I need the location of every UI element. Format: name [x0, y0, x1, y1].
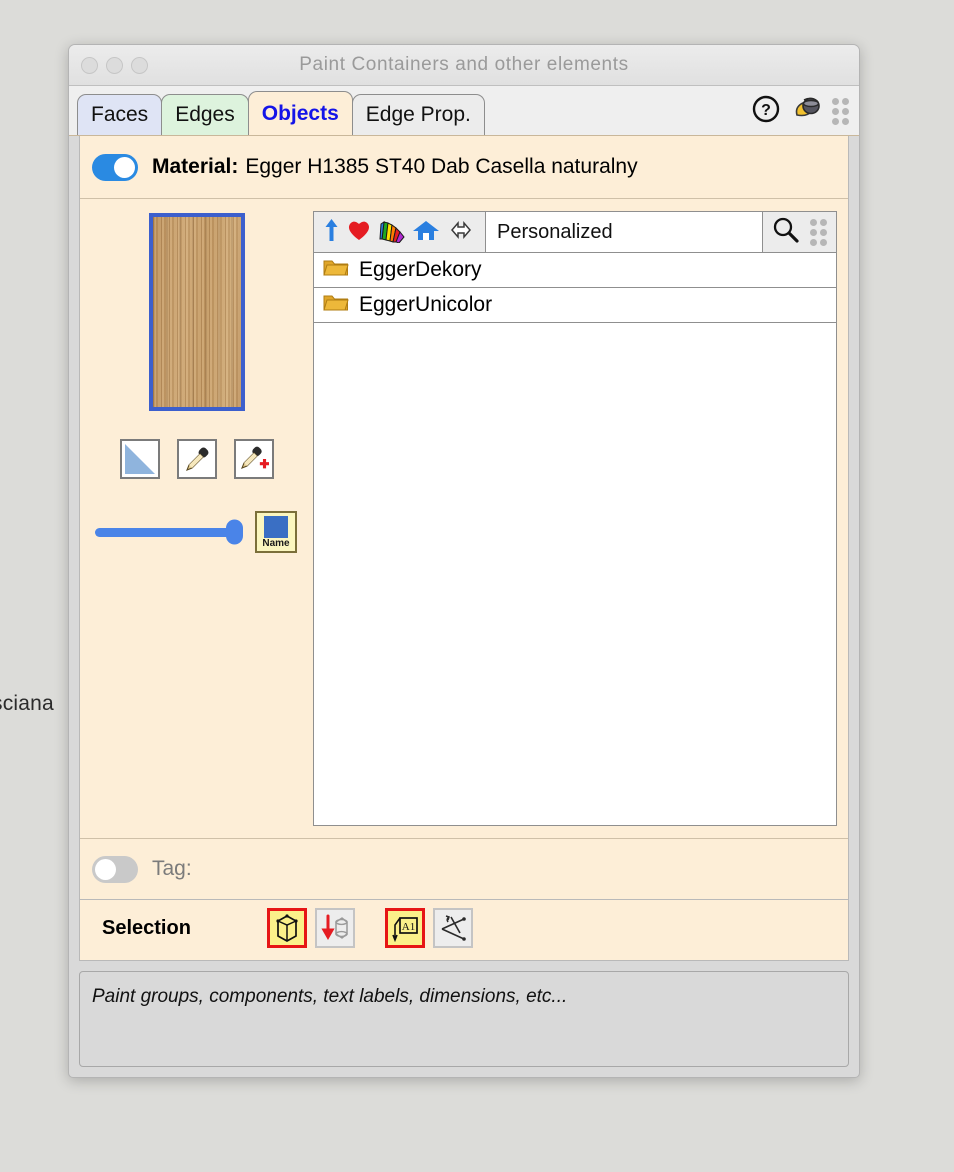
- grip-dots-icon[interactable]: [810, 218, 827, 246]
- objects-panel: Material: Egger H1385 ST40 Dab Casella n…: [79, 136, 849, 961]
- tag-label: Tag:: [152, 857, 192, 880]
- material-label: Material:: [152, 155, 239, 178]
- selection-row: Selection A1: [80, 899, 848, 956]
- folder-list[interactable]: EggerDekory EggerUnicolor: [313, 253, 837, 826]
- tab-edges[interactable]: Edges: [161, 94, 249, 135]
- folder-icon: [323, 257, 349, 283]
- folder-name: EggerUnicolor: [359, 293, 493, 316]
- tab-strip-actions: ?: [752, 95, 849, 135]
- paint-bucket-icon[interactable]: [791, 95, 821, 128]
- selection-label: Selection: [102, 916, 191, 939]
- help-icon[interactable]: ?: [752, 95, 780, 128]
- tag-toggle[interactable]: [92, 855, 138, 883]
- minimize-dot-icon[interactable]: [106, 56, 123, 74]
- search-input[interactable]: Personalized: [485, 212, 763, 252]
- status-text: Paint groups, components, text labels, d…: [92, 986, 568, 1007]
- tab-objects[interactable]: Objects: [247, 91, 353, 135]
- window-title-bar: Paint Containers and other elements: [69, 45, 859, 86]
- select-text-labels-button[interactable]: A1: [384, 908, 425, 948]
- paint-dialog-window: Paint Containers and other elements Face…: [68, 44, 860, 1078]
- name-button-label: Name: [262, 537, 290, 549]
- grip-dots-icon[interactable]: [832, 98, 849, 125]
- home-icon[interactable]: [412, 218, 440, 247]
- material-row: Material: Egger H1385 ST40 Dab Casella n…: [80, 136, 848, 199]
- browser-nav-icons: [314, 212, 485, 252]
- zoom-dot-icon[interactable]: [131, 56, 148, 74]
- close-dot-icon[interactable]: [81, 56, 98, 74]
- tab-edge-prop[interactable]: Edge Prop.: [351, 94, 485, 135]
- tab-faces[interactable]: Faces: [77, 94, 163, 135]
- magnifier-icon[interactable]: [772, 216, 799, 248]
- tab-strip: Faces Edges Objects Edge Prop. ?: [69, 86, 859, 136]
- material-tool-row: [120, 439, 274, 479]
- tag-row: Tag:: [80, 838, 848, 899]
- material-toggle-knob: [114, 156, 135, 178]
- list-item[interactable]: EggerDekory: [314, 253, 836, 288]
- list-item[interactable]: EggerUnicolor: [314, 288, 836, 323]
- material-browser-column: Personalized EggerDekory EggerUnicolor: [313, 211, 837, 826]
- select-dimensions-button[interactable]: [432, 908, 473, 948]
- swap-arrows-icon[interactable]: [446, 217, 476, 248]
- svg-text:?: ?: [761, 102, 771, 119]
- folder-icon: [323, 292, 349, 318]
- name-button-swatch: [264, 515, 288, 538]
- browser-toolbar-actions: [763, 212, 836, 252]
- material-preview-swatch[interactable]: [149, 213, 245, 411]
- selection-buttons: A1: [266, 908, 473, 948]
- material-toggle[interactable]: [92, 153, 138, 181]
- panel-bottom-padding: [80, 956, 848, 960]
- opacity-slider-row: Name: [91, 511, 303, 553]
- name-button[interactable]: Name: [255, 511, 297, 553]
- panel-body: Name Personalized EggerDekory EggerUnico…: [80, 199, 848, 826]
- status-bar: Paint groups, components, text labels, d…: [79, 971, 849, 1067]
- browser-toolbar: Personalized: [313, 211, 837, 253]
- tag-toggle-knob: [95, 858, 116, 880]
- opacity-slider-thumb[interactable]: [226, 519, 243, 545]
- svg-text:A1: A1: [402, 921, 415, 933]
- window-title: Paint Containers and other elements: [299, 54, 629, 75]
- select-groups-button[interactable]: [266, 908, 307, 948]
- background-partial-text: sciana: [0, 692, 54, 715]
- up-arrow-icon[interactable]: [323, 217, 340, 248]
- select-nested-button[interactable]: [314, 908, 355, 948]
- eyedropper-add-tool-button[interactable]: [234, 439, 274, 479]
- color-fan-icon[interactable]: [378, 217, 406, 248]
- folder-name: EggerDekory: [359, 258, 482, 281]
- eyedropper-tool-button[interactable]: [177, 439, 217, 479]
- favorite-heart-icon[interactable]: [346, 218, 372, 247]
- gradient-tool-button[interactable]: [120, 439, 160, 479]
- traffic-light-controls: [81, 56, 148, 74]
- opacity-slider[interactable]: [95, 519, 243, 545]
- material-preview-column: Name: [91, 211, 303, 826]
- material-value: Egger H1385 ST40 Dab Casella naturalny: [245, 155, 638, 178]
